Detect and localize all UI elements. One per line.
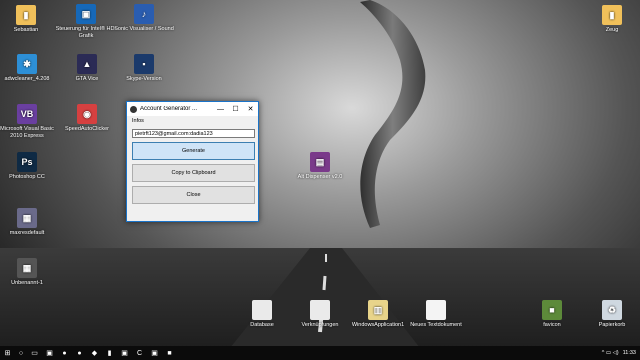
image-file-icon: ▦ [17, 258, 37, 278]
minecraft-icon: ■ [542, 300, 562, 320]
desktop-icon-label: Steuerung für Intel® HD-Grafik [55, 26, 117, 39]
desktop-icon-label: adwcleaner_4.208 [4, 76, 50, 82]
taskbar-apps: ▭ ▣ ● ● ◆ ▮ ▣ C ▣ ■ [27, 346, 177, 360]
window-client: pietrft123@gmail.com:dadia123 Generate C… [127, 126, 258, 221]
desktop-icon-label: WindowsApplication1 [351, 322, 405, 328]
desktop-icon-label: GTA Vice [75, 76, 99, 82]
desktop-icon-label: Skype-Version [126, 76, 162, 82]
maximize-button[interactable]: ☐ [228, 105, 243, 113]
image-file-icon: ▦ [17, 208, 37, 228]
desktop-icon[interactable]: ▥ WindowsApplication1 [346, 300, 410, 329]
desktop-icon[interactable]: ▪ Skype-Version [112, 54, 176, 83]
desktop-icon-label: Neues Textdokument [410, 322, 462, 328]
app-icon [130, 105, 137, 113]
taskbar-app-icon[interactable]: ◆ [87, 346, 102, 360]
window-title: Account Generator ... [140, 106, 198, 112]
winrar-icon: ▤ [310, 152, 330, 172]
desktop-icon[interactable]: ■ favicon [520, 300, 584, 329]
desktop-icon[interactable]: Verknüpfungen [288, 300, 352, 329]
taskbar-app-icon[interactable]: ▣ [42, 346, 57, 360]
taskbar-app-icon[interactable]: C [132, 346, 147, 360]
desktop-icon[interactable]: ✱ adwcleaner_4.208 [0, 54, 59, 83]
generate-button[interactable]: Generate [132, 142, 255, 160]
taskbar-app-icon[interactable]: ▣ [117, 346, 132, 360]
desktop-icon[interactable]: ▲ GTA Vice [55, 54, 119, 83]
app-icon: ▪ [134, 54, 154, 74]
project-file-icon: ▥ [368, 300, 388, 320]
intel-graphics-icon: ▣ [76, 4, 96, 24]
close-window-button[interactable]: ✕ [243, 105, 258, 113]
taskbar-app-icon[interactable]: ▮ [102, 346, 117, 360]
gta-icon: ▲ [77, 54, 97, 74]
taskbar-app-icon[interactable]: ▣ [147, 346, 162, 360]
wallpaper-tornado [360, 0, 426, 228]
copy-to-clipboard-button[interactable]: Copy to Clipboard [132, 164, 255, 182]
desktop-icon-label: Sonic Visualiser / Sound [114, 26, 174, 32]
desktop-icon-label: Microsoft Visual Basic 2010 Express [0, 126, 54, 139]
desktop-icon-label: Database [250, 322, 274, 328]
desktop-icon-label: Papierkorb [598, 322, 626, 328]
recycle-bin-icon: ♻ [602, 300, 622, 320]
desktop-icon-label: maxresdefault [9, 230, 45, 236]
text-file-icon [426, 300, 446, 320]
photoshop-icon: Ps [17, 152, 37, 172]
desktop-icon-label: Verknüpfungen [301, 322, 339, 328]
wallpaper-road [230, 248, 420, 348]
account-output-field[interactable]: pietrft123@gmail.com:dadia123 [132, 129, 255, 138]
desktop-icon[interactable]: ◉ SpeedAutoClicker [55, 104, 119, 133]
taskbar-app-icon[interactable]: ● [57, 346, 72, 360]
close-button[interactable]: Close [132, 186, 255, 204]
desktop-icon[interactable]: Neues Textdokument [404, 300, 468, 329]
title-bar[interactable]: Account Generator ... — ☐ ✕ [127, 102, 258, 116]
account-generator-window[interactable]: Account Generator ... — ☐ ✕ Infos pietrf… [126, 101, 259, 222]
app-shortcut-icon: ♪ [134, 4, 154, 24]
mouse-icon: ◉ [77, 104, 97, 124]
desktop-icon-label: SpeedAutoClicker [64, 126, 110, 132]
desktop-icon[interactable]: Ps Photoshop CC [0, 152, 59, 181]
taskbar-app-icon[interactable]: ● [72, 346, 87, 360]
desktop-icon[interactable]: ♻ Papierkorb [580, 300, 640, 329]
desktop-icon[interactable]: ▮ Zeug [580, 5, 640, 34]
desktop-icon[interactable]: VB Microsoft Visual Basic 2010 Express [0, 104, 59, 139]
adwcleaner-icon: ✱ [17, 54, 37, 74]
taskbar: ⊞ ○ ▭ ▣ ● ● ◆ ▮ ▣ C ▣ ■ ^ ▭ ◁) 11:33 [0, 346, 640, 360]
desktop-icon-label: Photoshop CC [9, 174, 45, 180]
desktop-icon[interactable]: ▦ maxresdefault [0, 208, 59, 237]
visual-basic-icon: VB [17, 104, 37, 124]
desktop-icon-label: Sebastian [13, 27, 39, 33]
desktop-icon[interactable]: ▤ Alt Dispenser v2.0 [288, 152, 352, 181]
system-tray: ^ ▭ ◁) 11:33 [602, 350, 640, 356]
minimize-button[interactable]: — [213, 106, 228, 113]
document-icon [252, 300, 272, 320]
document-icon [310, 300, 330, 320]
search-icon[interactable]: ○ [15, 346, 27, 360]
desktop-icon[interactable]: ▦ Unbenannt-1 [0, 258, 59, 287]
desktop-icon-label: Unbenannt-1 [11, 280, 43, 286]
folder-icon: ▮ [602, 5, 622, 25]
taskbar-app-icon[interactable]: ■ [162, 346, 177, 360]
clock[interactable]: 11:33 [623, 350, 636, 356]
desktop-icon[interactable]: ▮ Sebastian [0, 5, 58, 34]
desktop-icon[interactable]: Database [230, 300, 294, 329]
taskbar-app-icon[interactable]: ▭ [27, 346, 42, 360]
desktop-icon[interactable]: ▣ Steuerung für Intel® HD-Grafik [54, 4, 118, 39]
desktop-icon-label: Alt Dispenser v2.0 [297, 174, 343, 180]
desktop-icon-label: Zeug [605, 27, 619, 33]
menu-bar: Infos [127, 116, 258, 126]
start-button[interactable]: ⊞ [0, 346, 15, 360]
user-folder-icon: ▮ [16, 5, 36, 25]
desktop-icon-label: favicon [543, 322, 561, 328]
tray-icons[interactable]: ^ ▭ ◁) [602, 350, 619, 356]
desktop-icon[interactable]: ♪ Sonic Visualiser / Sound [112, 4, 176, 33]
menu-infos[interactable]: Infos [132, 118, 144, 124]
